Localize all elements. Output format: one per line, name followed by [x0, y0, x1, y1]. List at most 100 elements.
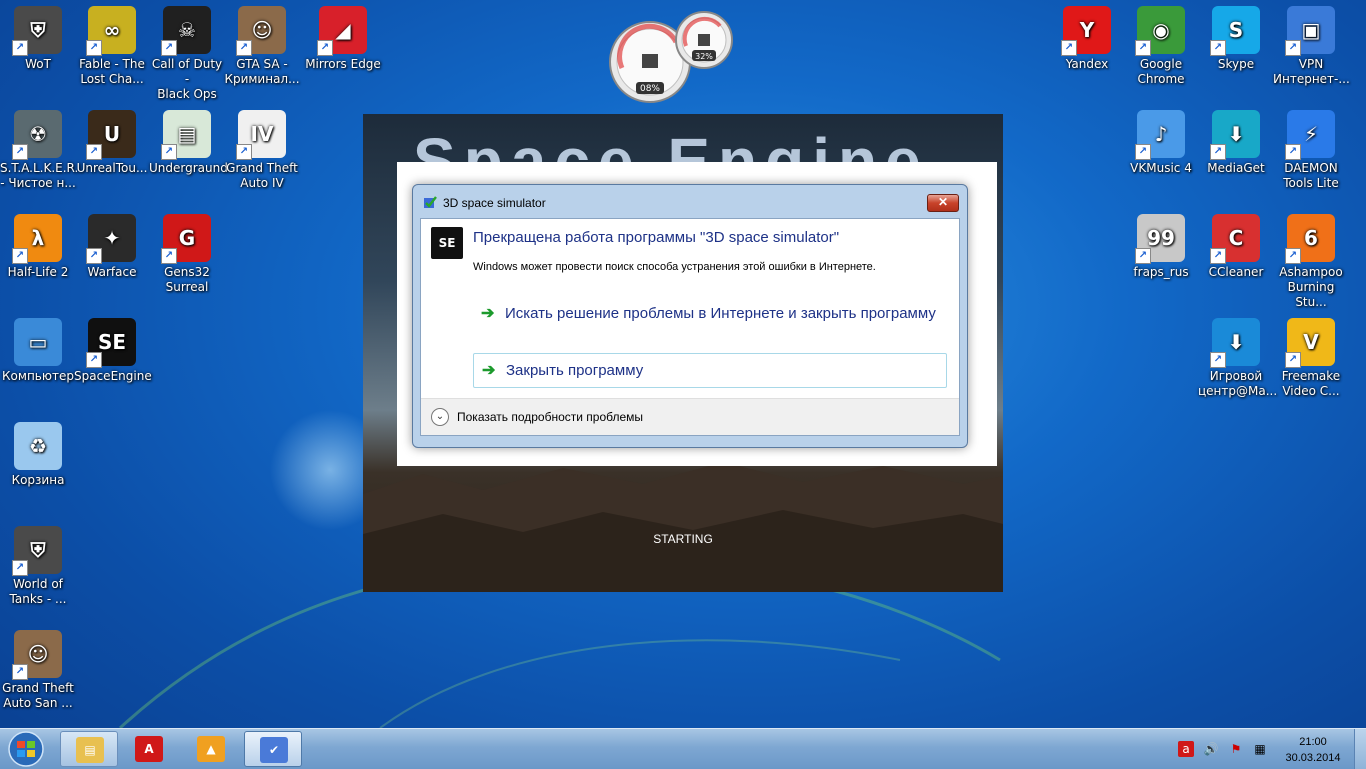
desktop-shortcut[interactable]: ▭ Компьютер [0, 312, 76, 384]
avira-icon: A [135, 736, 163, 762]
close-button[interactable]: ✕ [927, 194, 959, 212]
cpu-percent: 08% [640, 84, 660, 94]
search-solution-option[interactable]: ➔ Искать решение проблемы в Интернете и … [473, 297, 947, 330]
dialog-titlebar[interactable]: 3D space simulator ✕ [413, 185, 967, 219]
wot-icon: ⛨ ↗ [12, 526, 62, 576]
shortcut-label: MediaGet [1207, 161, 1265, 175]
shortcut-label: CCleaner [1208, 265, 1264, 279]
taskbar-button[interactable]: ▲ [182, 731, 240, 767]
shortcut-label: DAEMON Tools Lite [1283, 161, 1339, 190]
vpn-icon: ▣ ↗ [1285, 6, 1335, 56]
halflife-icon: λ ↗ [12, 214, 62, 264]
ram-percent: 32% [695, 52, 713, 61]
shortcut-arrow-icon: ↗ [1210, 248, 1226, 264]
taskbar-button[interactable]: ▤ [60, 731, 118, 767]
desktop-shortcut[interactable]: U ↗ UnrealTou... [74, 104, 150, 176]
shortcut-label: Google Chrome [1137, 57, 1185, 86]
desktop-shortcut[interactable]: ✦ ↗ Warface [74, 208, 150, 280]
avira-tray-icon[interactable]: a [1178, 741, 1194, 757]
shortcut-label: S.T.A.L.K.E.R. - Чистое н... [0, 161, 79, 190]
shortcut-label: WoT [25, 57, 51, 71]
desktop-shortcut[interactable]: ∞ ↗ Fable - The Lost Cha... [74, 0, 150, 87]
desktop-shortcut[interactable]: IV ↗ Grand Theft Auto IV [224, 104, 300, 191]
shortcut-label: World of Tanks - ... [9, 577, 67, 606]
shortcut-label: VKMusic 4 [1130, 161, 1192, 175]
green-arrow-icon: ➔ [481, 305, 495, 322]
desktop-shortcut[interactable]: ◢ ↗ Mirrors Edge [305, 0, 381, 72]
document-icon: ▤ ↗ [161, 110, 211, 160]
network-icon[interactable]: ▦ [1252, 741, 1268, 757]
dialog-subtext: Windows может провести поиск способа уст… [473, 261, 876, 273]
shortcut-arrow-icon: ↗ [12, 248, 28, 264]
desktop-shortcut[interactable]: V ↗ Freemake Video C... [1273, 312, 1349, 399]
desktop-shortcut[interactable]: Y ↗ Yandex [1049, 0, 1125, 72]
shortcut-label: UnrealTou... [76, 161, 148, 175]
fable-icon: ∞ ↗ [86, 6, 136, 56]
desktop-shortcut[interactable]: 99 ↗ fraps_rus [1123, 208, 1199, 280]
gta4-icon: IV ↗ [236, 110, 286, 160]
app-check-icon [424, 196, 437, 208]
desktop-shortcut[interactable]: ♪ ↗ VKMusic 4 [1123, 104, 1199, 176]
desktop-shortcut[interactable]: ◉ ↗ Google Chrome [1123, 0, 1199, 87]
show-desktop-button[interactable] [1354, 729, 1366, 769]
stalker-icon: ☢ ↗ [12, 110, 62, 160]
search-solution-label: Искать решение проблемы в Интернете и за… [505, 305, 936, 322]
details-toggle[interactable]: ⌄ Показать подробности проблемы [421, 398, 959, 435]
desktop-shortcut[interactable]: 6 ↗ Ashampoo Burning Stu... [1273, 208, 1349, 310]
shortcut-arrow-icon: ↗ [12, 560, 28, 576]
mirrors-edge-icon: ◢ ↗ [317, 6, 367, 56]
desktop-shortcut[interactable]: ⛨ ↗ WoT [0, 0, 76, 72]
desktop-shortcut[interactable]: ⚡ ↗ DAEMON Tools Lite [1273, 104, 1349, 191]
shortcut-arrow-icon: ↗ [317, 40, 333, 56]
details-label: Показать подробности проблемы [457, 410, 644, 424]
cod-icon: ☠ ↗ [161, 6, 211, 56]
desktop-shortcut[interactable]: ⬇ ↗ Игровой центр@Ma... [1198, 312, 1277, 399]
shortcut-label: Ashampoo Burning Stu... [1279, 265, 1343, 309]
app-check-icon: ✔ [260, 737, 288, 763]
desktop-shortcut[interactable]: ☠ ↗ Call of Duty - Black Ops [149, 0, 225, 102]
action-center-flag-icon[interactable]: ⚑ [1228, 741, 1244, 757]
game-center-icon: ⬇ ↗ [1210, 318, 1260, 368]
shortcut-label: fraps_rus [1133, 265, 1189, 279]
shortcut-arrow-icon: ↗ [236, 144, 252, 160]
fraps-icon: 99 ↗ [1135, 214, 1185, 264]
icon-glyph: ♻ [29, 433, 47, 458]
desktop-shortcut[interactable]: G ↗ Gens32 Surreal [149, 208, 225, 295]
shortcut-label: Fable - The Lost Cha... [79, 57, 145, 86]
taskbar-button[interactable]: A [120, 731, 178, 767]
cpu-meter-gadget[interactable]: 08% 32% [606, 8, 736, 104]
clock[interactable]: 21:00 30.03.2014 [1275, 734, 1351, 766]
desktop-shortcut[interactable]: ⛨ ↗ World of Tanks - ... [0, 520, 76, 607]
shortcut-label: Half-Life 2 [7, 265, 69, 279]
desktop-shortcut[interactable]: ☺ ↗ GTA SA - Криминал... [224, 0, 300, 87]
desktop-shortcut[interactable]: ☢ ↗ S.T.A.L.K.E.R. - Чистое н... [0, 104, 79, 191]
shortcut-label: Компьютер [2, 369, 74, 383]
desktop-shortcut[interactable]: ▤ ↗ Undergraund [149, 104, 228, 176]
close-program-label: Закрыть программу [506, 362, 644, 379]
shortcut-arrow-icon: ↗ [86, 144, 102, 160]
taskbar-button[interactable]: ✔ [244, 731, 302, 767]
shortcut-arrow-icon: ↗ [1285, 40, 1301, 56]
explorer-icon: ▤ [76, 737, 104, 763]
shortcut-label: VPN Интернет-... [1273, 57, 1350, 86]
close-program-option[interactable]: ➔ Закрыть программу [473, 353, 947, 388]
start-button[interactable] [2, 730, 50, 768]
icon-glyph: ▭ [28, 329, 48, 354]
desktop-shortcut[interactable]: ♻ Корзина [0, 416, 76, 488]
gta-icon: ☺ ↗ [236, 6, 286, 56]
recycle-bin-icon: ♻ [14, 422, 62, 470]
desktop-shortcut[interactable]: C ↗ CCleaner [1198, 208, 1274, 280]
desktop-shortcut[interactable]: SE ↗ SpaceEngine [74, 312, 152, 384]
desktop-shortcut[interactable]: ⬇ ↗ MediaGet [1198, 104, 1274, 176]
desktop-shortcut[interactable]: S ↗ Skype [1198, 0, 1274, 72]
shortcut-arrow-icon: ↗ [1210, 40, 1226, 56]
daemon-icon: ⚡ ↗ [1285, 110, 1335, 160]
error-dialog[interactable]: 3D space simulator ✕ SE Прекращена работ… [412, 184, 968, 448]
desktop-shortcut[interactable]: ▣ ↗ VPN Интернет-... [1273, 0, 1350, 87]
shortcut-label: Grand Theft Auto IV [226, 161, 298, 190]
ccleaner-icon: C ↗ [1210, 214, 1260, 264]
desktop-shortcut[interactable]: ☺ ↗ Grand Theft Auto San ... [0, 624, 76, 711]
desktop-shortcut[interactable]: λ ↗ Half-Life 2 [0, 208, 76, 280]
clock-date: 30.03.2014 [1285, 752, 1341, 764]
volume-icon[interactable]: 🔊 [1203, 741, 1219, 757]
